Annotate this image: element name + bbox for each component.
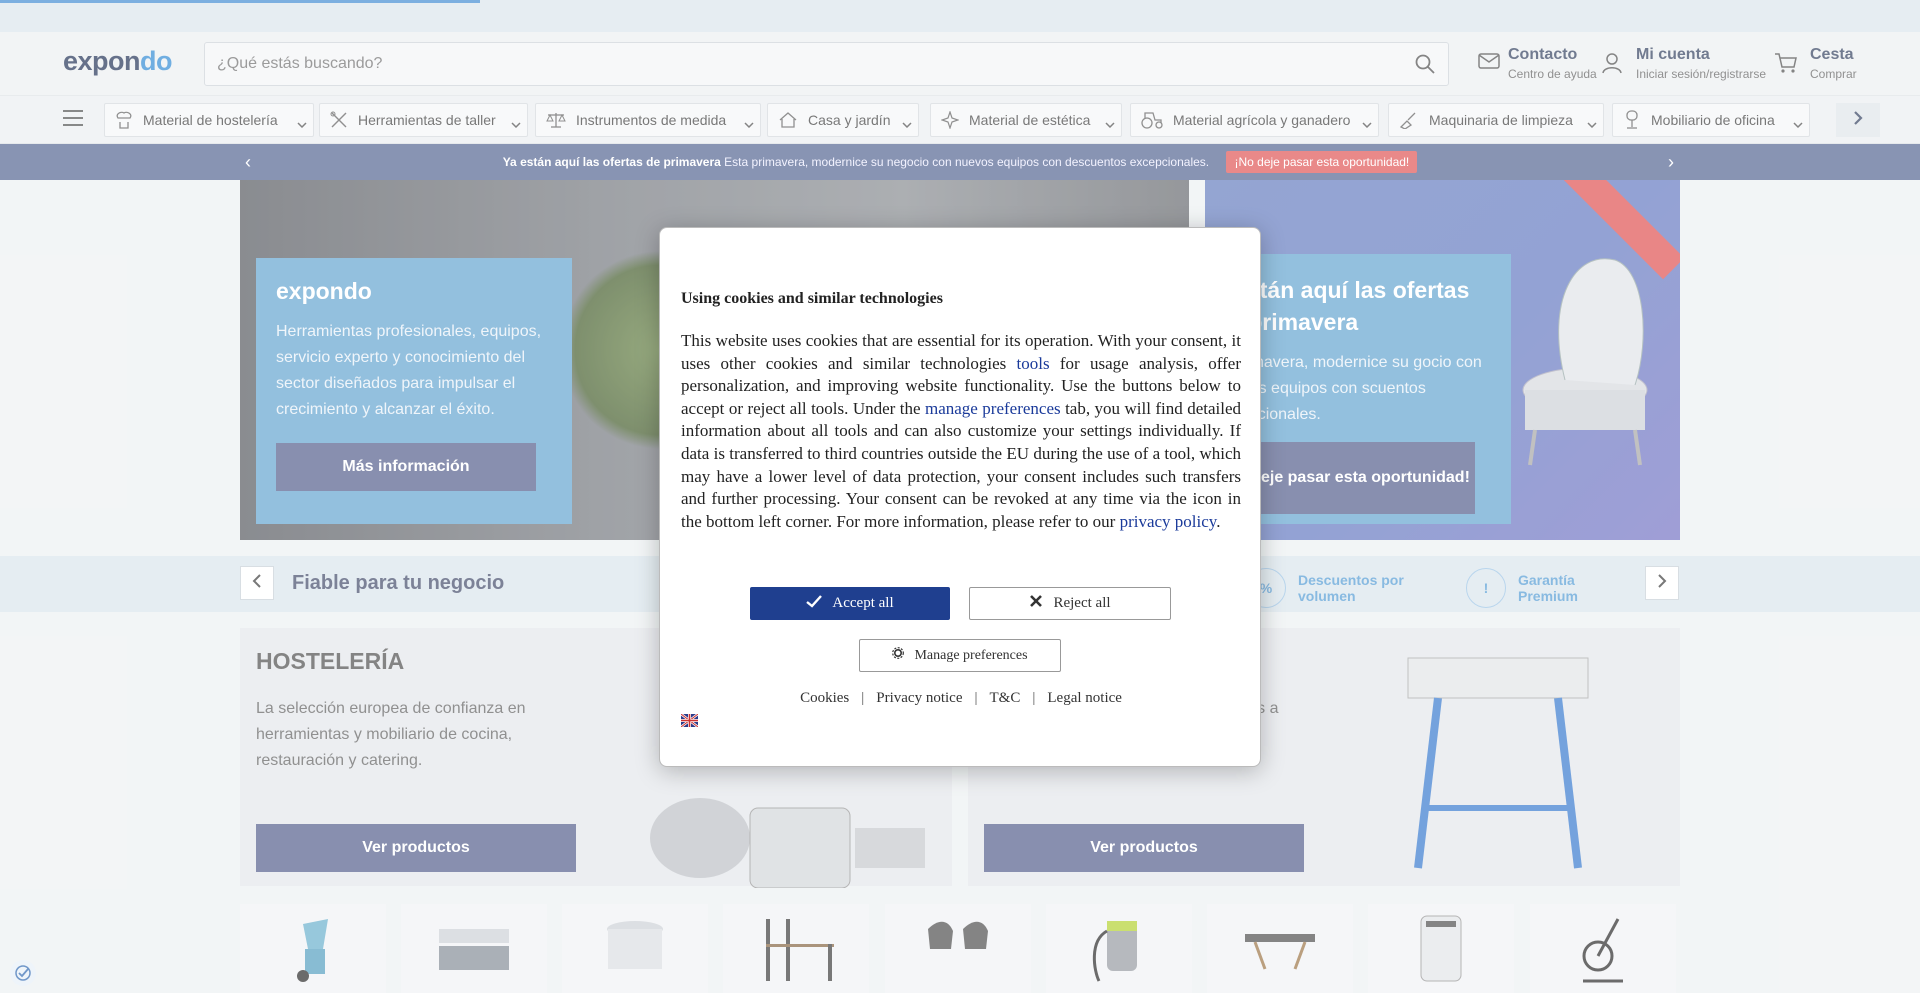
legal-notice-link[interactable]: Legal notice xyxy=(1047,690,1122,706)
tc-link[interactable]: T&C xyxy=(990,690,1021,706)
cookie-consent-dialog: Using cookies and similar technologies T… xyxy=(659,227,1261,767)
language-flag-icon[interactable] xyxy=(681,714,698,727)
manage-preferences-label: Manage preferences xyxy=(914,647,1028,663)
gear-icon xyxy=(892,647,905,664)
reject-all-label: Reject all xyxy=(1053,595,1111,611)
manage-preferences-button[interactable]: Manage preferences xyxy=(859,639,1061,672)
check-icon xyxy=(806,594,823,613)
manage-preferences-link[interactable]: manage preferences xyxy=(925,399,1061,418)
reject-all-button[interactable]: Reject all xyxy=(969,587,1171,620)
cookie-body-text: . xyxy=(1216,511,1221,531)
privacy-policy-link[interactable]: privacy policy xyxy=(1120,512,1217,531)
separator: | xyxy=(861,690,865,706)
close-icon xyxy=(1029,594,1043,613)
cookie-footer-links: Cookies | Privacy notice | T&C | Legal notice xyxy=(660,690,1262,707)
cookie-title: Using cookies and similar technologies xyxy=(681,290,943,307)
cookies-link[interactable]: Cookies xyxy=(800,690,849,706)
privacy-notice-link[interactable]: Privacy notice xyxy=(876,690,962,706)
accept-all-label: Accept all xyxy=(832,595,894,611)
cookie-body: This website uses cookies that are essen… xyxy=(681,330,1241,533)
tools-link[interactable]: tools xyxy=(1017,354,1050,373)
separator: | xyxy=(1032,690,1036,706)
accept-all-button[interactable]: Accept all xyxy=(750,587,950,620)
separator: | xyxy=(974,690,978,706)
